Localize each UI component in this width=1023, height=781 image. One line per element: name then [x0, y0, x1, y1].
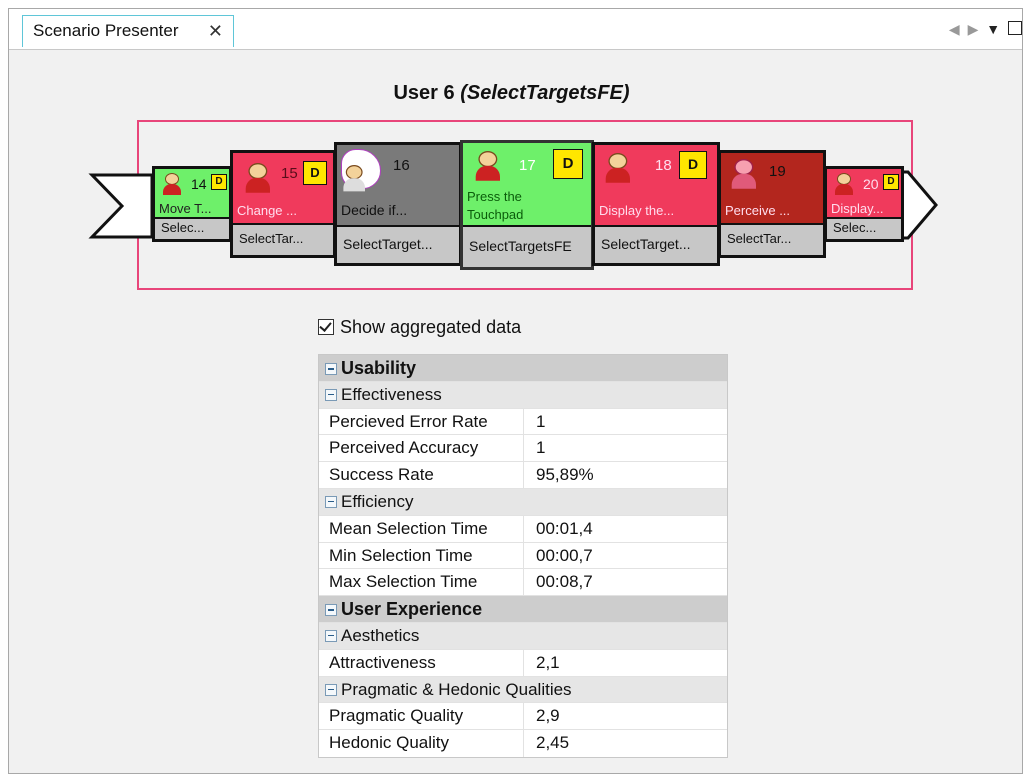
metric-value: 1	[523, 408, 727, 436]
step-label: SelectTar...	[721, 223, 823, 255]
step-card-16[interactable]: 16 Decide if... SelectTarget...	[334, 142, 462, 266]
metric-value: 00:00,7	[523, 542, 727, 570]
step-card-14[interactable]: 14 D Move T... Selec...	[152, 166, 232, 242]
end-arrow-icon	[900, 170, 938, 240]
step-number: 18	[655, 157, 672, 174]
table-row: Perceived Accuracy 1	[319, 435, 727, 463]
subgroup-label: Efficiency	[341, 491, 414, 511]
metric-name: Min Selection Time	[329, 545, 473, 565]
step-description: Decide if...	[341, 202, 408, 218]
table-row: Max Selection Time 00:08,7	[319, 569, 727, 597]
subgroup-label: Aesthetics	[341, 625, 420, 645]
step-card-19[interactable]: 19 Perceive ... SelectTar...	[718, 150, 826, 258]
metric-name: Pragmatic Quality	[329, 706, 464, 726]
person-icon	[341, 165, 367, 192]
step-badge: D	[679, 151, 707, 179]
step-badge: D	[883, 174, 899, 190]
step-description-line2: Touchpad	[467, 207, 524, 222]
step-number: 14	[191, 176, 207, 192]
group-user-experience[interactable]: User Experience	[319, 596, 727, 623]
step-description: Display the...	[599, 203, 675, 218]
table-row: Attractiveness 2,1	[319, 649, 727, 677]
collapse-icon[interactable]	[325, 363, 337, 375]
step-label: Selec...	[827, 217, 901, 239]
step-card-20[interactable]: 20 D Display... Selec...	[824, 166, 904, 242]
aggregated-data-toggle[interactable]: Show aggregated data	[318, 316, 521, 338]
metric-name: Hedonic Quality	[329, 733, 450, 753]
subgroup-effectiveness[interactable]: Effectiveness	[319, 381, 727, 409]
step-label: SelectTarget...	[337, 225, 459, 263]
metric-value: 1	[523, 435, 727, 463]
start-flag-icon	[88, 173, 154, 239]
metric-name: Attractiveness	[329, 652, 436, 672]
subgroup-label: Effectiveness	[341, 384, 442, 404]
metric-name: Success Rate	[329, 465, 434, 485]
metric-value: 2,45	[523, 730, 727, 757]
step-label: SelectTarget...	[595, 225, 717, 263]
collapse-icon[interactable]	[325, 604, 337, 617]
metric-name: Percieved Error Rate	[329, 411, 488, 431]
metric-value: 2,1	[523, 649, 727, 677]
table-row: Mean Selection Time 00:01,4	[319, 515, 727, 543]
subgroup-label: Pragmatic & Hedonic Qualities	[341, 679, 572, 699]
step-label: SelectTargetsFE	[463, 225, 591, 267]
subgroup-pragmatic-hedonic[interactable]: Pragmatic & Hedonic Qualities	[319, 676, 727, 704]
step-card-15[interactable]: 15 D Change ... SelectTar...	[230, 150, 336, 258]
metric-value: 00:08,7	[523, 569, 727, 597]
step-number: 19	[769, 163, 786, 180]
collapse-icon[interactable]	[325, 388, 337, 401]
aggregated-data-checkbox[interactable]	[318, 319, 334, 335]
metric-name: Mean Selection Time	[329, 518, 488, 538]
table-row: Percieved Error Rate 1	[319, 408, 727, 436]
group-label: Usability	[341, 358, 417, 378]
step-number: 20	[863, 176, 879, 192]
step-description: Press the	[467, 189, 522, 204]
step-description: Display...	[831, 201, 884, 216]
person-icon	[603, 153, 633, 183]
monkey-icon	[729, 159, 759, 189]
group-usability[interactable]: Usability	[319, 355, 727, 382]
metric-value: 95,89%	[523, 462, 727, 489]
subgroup-aesthetics[interactable]: Aesthetics	[319, 622, 727, 650]
metric-value: 00:01,4	[523, 515, 727, 543]
subgroup-efficiency[interactable]: Efficiency	[319, 488, 727, 516]
step-description: Perceive ...	[725, 203, 791, 218]
table-row: Pragmatic Quality 2,9	[319, 703, 727, 731]
aggregated-data-label: Show aggregated data	[340, 317, 522, 337]
step-label: Selec...	[155, 217, 229, 239]
step-number: 17	[519, 157, 536, 174]
step-label: SelectTar...	[233, 223, 333, 255]
step-description: Move T...	[159, 201, 212, 216]
step-badge: D	[303, 161, 327, 185]
collapse-icon[interactable]	[325, 629, 337, 642]
person-icon	[243, 163, 273, 193]
metrics-table: Usability Effectiveness Percieved Error …	[318, 354, 728, 758]
step-card-18[interactable]: 18 D Display the... SelectTarget...	[592, 142, 720, 266]
table-row: Success Rate 95,89%	[319, 462, 727, 489]
collapse-icon[interactable]	[325, 683, 337, 696]
step-description: Change ...	[237, 203, 297, 218]
step-card-17[interactable]: 17 D Press the Touchpad SelectTargetsFE	[460, 140, 594, 270]
person-icon	[833, 173, 855, 195]
step-number: 15	[281, 165, 298, 182]
group-label: User Experience	[341, 599, 483, 620]
person-icon	[161, 173, 183, 195]
collapse-icon[interactable]	[325, 495, 337, 508]
metric-value: 2,9	[523, 703, 727, 731]
metric-name: Perceived Accuracy	[329, 438, 479, 458]
table-row: Hedonic Quality 2,45	[319, 730, 727, 757]
metric-name: Max Selection Time	[329, 572, 478, 592]
table-row: Min Selection Time 00:00,7	[319, 542, 727, 570]
step-badge: D	[211, 174, 227, 190]
step-badge: D	[553, 149, 583, 179]
person-icon	[473, 151, 503, 181]
step-number: 16	[393, 157, 410, 174]
